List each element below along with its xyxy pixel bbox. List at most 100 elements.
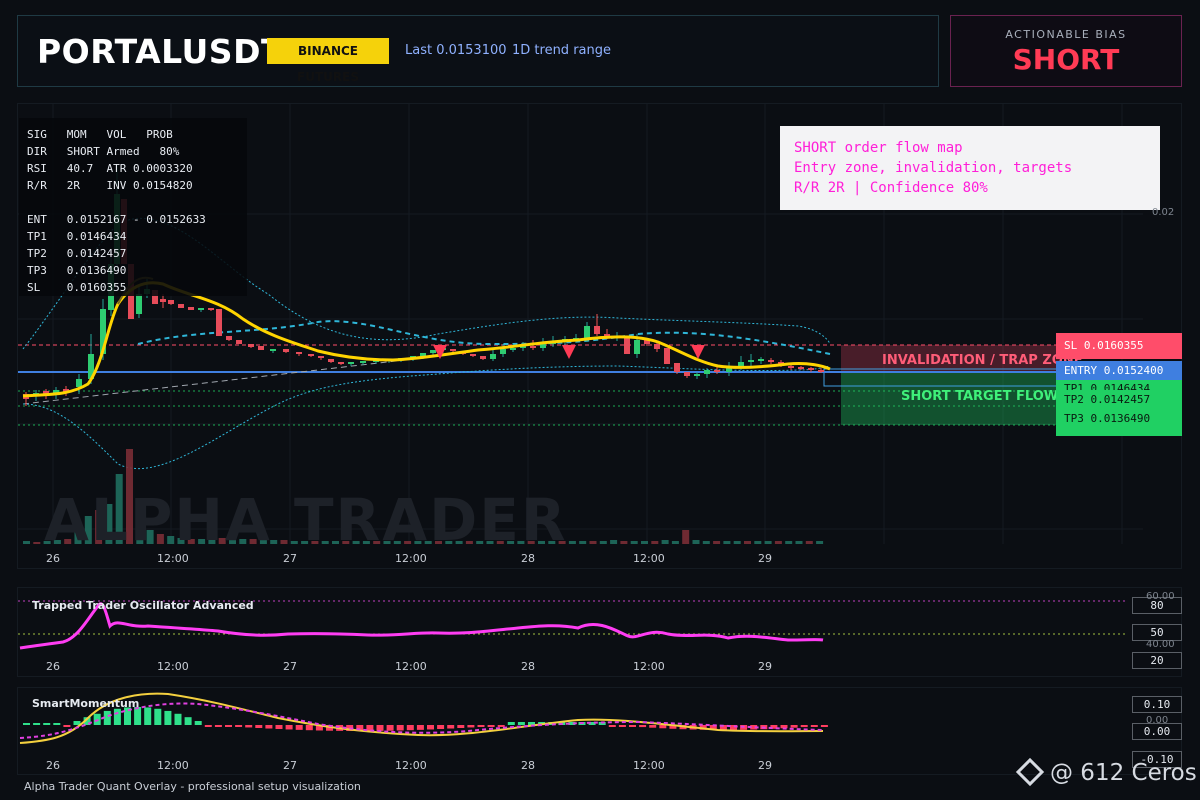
volume-bar: [764, 541, 772, 544]
osc-x-label: 12:00: [633, 660, 665, 673]
candle-body: [470, 354, 476, 356]
volume-bar: [651, 541, 659, 544]
volume-bar: [599, 541, 607, 544]
momentum-histogram-bar: [154, 708, 162, 725]
candle-body: [510, 348, 516, 350]
momentum-histogram-bar: [477, 725, 485, 727]
stats-line: RSI 40.7 ATR 0.0003320: [27, 162, 193, 175]
candle-body: [348, 362, 354, 364]
osc-x-label: 12:00: [157, 660, 189, 673]
volume-bar: [568, 541, 576, 544]
volume-bar: [579, 541, 587, 544]
momentum-histogram-bar: [245, 725, 253, 728]
volume-bar: [23, 541, 30, 544]
osc-x-label: 27: [283, 660, 297, 673]
volume-bar: [713, 541, 721, 544]
momentum-histogram-bar: [174, 713, 182, 725]
volume-bar: [785, 541, 793, 544]
main-x-label: 29: [758, 552, 772, 565]
stats-line: R/R 2R INV 0.0154820: [27, 179, 193, 192]
osc-x-label: 28: [521, 660, 535, 673]
stats-line: [27, 194, 239, 211]
momentum-histogram-bar: [427, 725, 434, 730]
candle-body: [328, 359, 334, 362]
order-flow-line-2: Entry zone, invalidation, targets: [794, 160, 1073, 176]
sl-price-tag: SL 0.0160355: [1056, 333, 1182, 359]
volume-bar: [620, 541, 628, 544]
ticker-symbol: PORTALUSDT: [37, 32, 284, 71]
order-flow-line-3: R/R 2R | Confidence 80%: [794, 180, 988, 196]
main-x-label: 28: [521, 552, 535, 565]
stats-line: TP2 0.0142457: [27, 247, 127, 260]
candle-body: [216, 309, 222, 336]
momentum-histogram-bar: [33, 723, 41, 725]
candle-body: [360, 361, 366, 363]
momentum-histogram-bar: [608, 725, 616, 727]
trend-range: 1D trend range: [512, 43, 611, 58]
candle-body: [738, 362, 744, 366]
mom-x-label: 12:00: [157, 759, 189, 772]
entry-price-tag: ENTRY 0.0152400: [1056, 361, 1182, 380]
candle-body: [168, 300, 174, 304]
mom-x-label: 12:00: [633, 759, 665, 772]
momentum-histogram-bar: [204, 725, 212, 727]
momentum-histogram-bar: [23, 723, 30, 725]
candle-body: [76, 379, 82, 387]
author-name: @ 612 Ceros: [1050, 760, 1197, 786]
momentum-histogram-bar: [396, 725, 404, 731]
momentum-histogram-bar: [447, 725, 455, 729]
volume-bar: [610, 540, 618, 544]
volume-bar: [692, 540, 700, 544]
osc-faint-top: 60.00: [1146, 591, 1175, 602]
volume-bar: [774, 541, 782, 544]
momentum-histogram-bar: [517, 722, 525, 725]
momentum-histogram-bar: [184, 717, 192, 725]
volume-bar: [589, 541, 597, 544]
candle-body: [674, 363, 680, 372]
momentum-histogram-bar: [629, 725, 636, 727]
candle-body: [808, 368, 814, 370]
osc-x-label: 12:00: [395, 660, 427, 673]
stats-line: TP3 0.0136490: [27, 264, 127, 277]
volume-bar: [816, 541, 824, 544]
candle-body: [308, 354, 314, 356]
momentum-histogram-bar: [618, 725, 626, 727]
price-scale-label: 0.02: [1152, 207, 1175, 218]
oscillator-title: Trapped Trader Oscillator Advanced: [32, 599, 254, 612]
stats-line: ENT 0.0152167 - 0.0152633: [27, 213, 206, 226]
momentum-histogram-bar: [275, 725, 283, 730]
tp-price-tags: TP1 0.0146434 TP2 0.0142457 TP3 0.013649…: [1056, 380, 1182, 436]
candle-body: [758, 359, 764, 361]
momentum-histogram-bar: [63, 725, 71, 727]
candle-body: [594, 326, 600, 334]
momentum-histogram-bar: [305, 725, 313, 731]
momentum-histogram-bar: [53, 723, 61, 725]
volume-bar: [733, 541, 741, 544]
volume-bar: [744, 541, 751, 544]
momentum-histogram-bar: [194, 720, 202, 725]
candle-body: [624, 337, 630, 354]
candle-body: [236, 340, 242, 344]
momentum-histogram-bar: [144, 707, 152, 725]
ema-line: [22, 281, 831, 398]
momentum-chart[interactable]: [18, 688, 1183, 776]
stats-line: SIG MOM VOL PROB: [27, 128, 173, 141]
main-x-label: 12:00: [633, 552, 665, 565]
osc-scale-bottom: 20: [1132, 652, 1182, 669]
stats-line: DIR SHORT Armed 80%: [27, 145, 180, 158]
tp3-price-tag: TP3 0.0136490: [1064, 412, 1151, 425]
candle-body: [248, 344, 254, 347]
tp1-price-tag: TP1 0.0146434: [1064, 382, 1151, 390]
mom-x-label: 12:00: [395, 759, 427, 772]
diamond-logo-icon: [1015, 757, 1045, 787]
tp2-price-tag: TP2 0.0142457: [1064, 393, 1151, 406]
momentum-histogram-bar: [497, 725, 505, 727]
candle-body: [420, 353, 426, 356]
bollinger-lower: [22, 365, 831, 470]
candle-body: [178, 304, 184, 308]
candle-body: [188, 307, 194, 310]
momentum-histogram-bar: [457, 725, 465, 728]
candle-body: [798, 367, 804, 369]
candle-body: [714, 370, 720, 372]
momentum-pane[interactable]: [17, 687, 1182, 775]
